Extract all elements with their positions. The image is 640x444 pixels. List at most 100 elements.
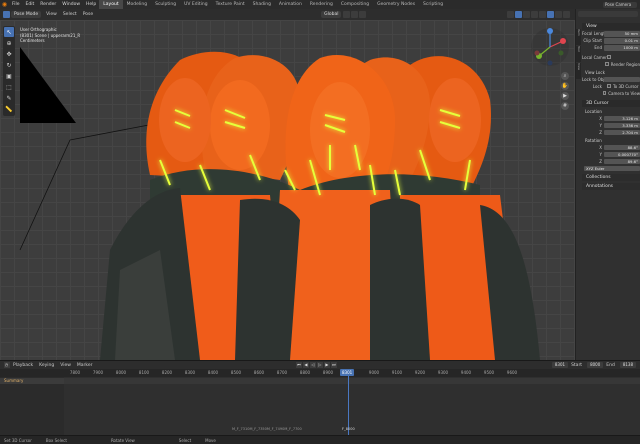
timeline-editor-icon[interactable]: ◷ bbox=[3, 362, 10, 368]
marker-labels[interactable]: M_F_7310M_F_7350M_F_7490M_F_7700 bbox=[232, 427, 302, 431]
panel-view-header[interactable]: View bbox=[582, 23, 640, 30]
tab-animation[interactable]: Animation bbox=[275, 0, 306, 9]
tab-tool[interactable]: Tool bbox=[576, 46, 581, 62]
render-region-checkbox[interactable] bbox=[604, 62, 609, 67]
tab-texture-paint[interactable]: Texture Paint bbox=[212, 0, 249, 9]
next-key-icon[interactable]: ▶ bbox=[323, 362, 330, 368]
navigation-gizmo[interactable] bbox=[529, 26, 571, 68]
panel-3d-cursor-header[interactable]: 3D Cursor bbox=[582, 99, 640, 107]
tick-label: 8500 bbox=[230, 370, 242, 375]
start-frame-field[interactable]: 8000 bbox=[587, 362, 604, 368]
to-3d-cursor-checkbox[interactable] bbox=[607, 84, 611, 89]
tab-scripting[interactable]: Scripting bbox=[419, 0, 447, 9]
lock-to-object-field[interactable] bbox=[604, 76, 640, 82]
cursor-x-field[interactable]: 3.126 m bbox=[604, 115, 640, 121]
menu-timeline-view[interactable]: View bbox=[57, 363, 74, 368]
ortho-grid-icon[interactable]: # bbox=[561, 102, 569, 110]
tab-geometry-nodes[interactable]: Geometry Nodes bbox=[373, 0, 419, 9]
character-scene[interactable] bbox=[0, 20, 575, 360]
prev-key-icon[interactable]: ◀ bbox=[302, 362, 309, 368]
view-lock-subpanel-header[interactable]: View Lock bbox=[582, 70, 640, 76]
menu-playback[interactable]: Playback bbox=[10, 363, 36, 368]
tool-shelf: ↖ ⊕ ✥ ↻ ▣ ⬚ ✎ 📏 bbox=[3, 26, 15, 116]
mode-dropdown[interactable]: Pose Mode bbox=[11, 11, 42, 18]
transform-tool-icon[interactable]: ⬚ bbox=[4, 82, 14, 92]
tab-item[interactable]: Item bbox=[576, 29, 581, 45]
visibility-icon[interactable] bbox=[507, 11, 515, 18]
focal-length-field[interactable]: 50 mm bbox=[604, 31, 640, 37]
tab-sculpting[interactable]: Sculpting bbox=[151, 0, 180, 9]
current-marker-label[interactable]: F_8000 bbox=[342, 427, 355, 431]
current-frame-field[interactable]: 8301 bbox=[551, 362, 569, 368]
menu-help[interactable]: Help bbox=[83, 2, 99, 7]
menu-select[interactable]: Select bbox=[60, 12, 80, 17]
end-frame-field[interactable]: 8138 bbox=[619, 362, 636, 368]
snap-icon[interactable] bbox=[351, 11, 359, 18]
tab-rendering[interactable]: Rendering bbox=[306, 0, 337, 9]
shading-wire-icon[interactable] bbox=[539, 11, 547, 18]
summary-channel[interactable]: Summary bbox=[0, 378, 64, 384]
play-reverse-icon[interactable]: ◁ bbox=[309, 362, 316, 368]
clip-end-field[interactable]: 1000 m bbox=[604, 45, 640, 51]
annotations-panel-header[interactable]: Annotations bbox=[582, 182, 640, 190]
menu-view[interactable]: View bbox=[43, 12, 60, 17]
menu-render[interactable]: Render bbox=[37, 2, 59, 7]
cursor-y-label: Y bbox=[599, 122, 602, 128]
camera-view-icon[interactable]: ▶ bbox=[561, 92, 569, 100]
jump-end-icon[interactable]: ⏭ bbox=[330, 362, 337, 368]
jump-start-icon[interactable]: ⏮ bbox=[295, 362, 302, 368]
tab-shading[interactable]: Shading bbox=[249, 0, 275, 9]
menu-keying[interactable]: Keying bbox=[36, 363, 57, 368]
shading-solid-icon[interactable] bbox=[547, 11, 555, 18]
collections-panel-header[interactable]: Collections bbox=[582, 173, 640, 181]
menu-pose[interactable]: Pose bbox=[80, 12, 96, 17]
blender-logo-icon[interactable]: ◉ bbox=[0, 0, 9, 9]
pan-hand-icon[interactable]: ✋ bbox=[561, 82, 569, 90]
shading-rendered-icon[interactable] bbox=[563, 11, 571, 18]
pivot-icon[interactable] bbox=[343, 11, 351, 18]
timeline-ruler[interactable]: 7800 7900 8000 8100 8200 8300 8400 8500 … bbox=[0, 369, 640, 377]
play-icon[interactable]: ▷ bbox=[316, 362, 323, 368]
playhead-line[interactable] bbox=[348, 369, 349, 435]
rotate-tool-icon[interactable]: ↻ bbox=[4, 60, 14, 70]
overlay-icon[interactable] bbox=[523, 11, 531, 18]
viewport-header: Pose Mode View Select Pose Global bbox=[0, 9, 575, 20]
scale-tool-icon[interactable]: ▣ bbox=[4, 71, 14, 81]
tick-label: 7800 bbox=[69, 370, 81, 375]
scene-selector[interactable]: Pose Camera bbox=[603, 1, 637, 8]
rotation-mode-dropdown[interactable]: XYZ Euler bbox=[584, 165, 640, 171]
shading-material-icon[interactable] bbox=[555, 11, 563, 18]
select-tool-icon[interactable]: ↖ bbox=[4, 27, 14, 37]
menu-file[interactable]: File bbox=[9, 2, 23, 7]
local-camera-checkbox[interactable] bbox=[607, 55, 611, 60]
editor-type-icon[interactable] bbox=[3, 11, 10, 18]
move-tool-icon[interactable]: ✥ bbox=[4, 49, 14, 59]
clip-start-field[interactable]: 0.01 m bbox=[604, 38, 640, 44]
zoom-icon[interactable]: ⌕ bbox=[561, 72, 569, 80]
proportional-icon[interactable] bbox=[359, 11, 367, 18]
tab-compositing[interactable]: Compositing bbox=[337, 0, 373, 9]
tab-layout[interactable]: Layout bbox=[99, 0, 123, 9]
cursor-y-field[interactable]: 3.336 m bbox=[604, 122, 640, 128]
sidebar-search-input[interactable] bbox=[578, 11, 638, 17]
cursor-rz-field[interactable]: 89.6° bbox=[604, 158, 640, 164]
cursor-ry-field[interactable]: 0.000770° bbox=[604, 151, 640, 157]
menu-window[interactable]: Window bbox=[59, 2, 83, 7]
3d-viewport[interactable]: ↖ ⊕ ✥ ↻ ▣ ⬚ ✎ 📏 User Orthographic (8301)… bbox=[0, 20, 575, 360]
tab-uv-editing[interactable]: UV Editing bbox=[180, 0, 211, 9]
gizmo-icon[interactable] bbox=[515, 11, 523, 18]
xray-icon[interactable] bbox=[531, 11, 539, 18]
menu-marker[interactable]: Marker bbox=[74, 363, 96, 368]
annotate-tool-icon[interactable]: ✎ bbox=[4, 93, 14, 103]
cursor-tool-icon[interactable]: ⊕ bbox=[4, 38, 14, 48]
camera-to-view-checkbox[interactable] bbox=[602, 91, 607, 96]
menu-edit[interactable]: Edit bbox=[23, 2, 38, 7]
transform-orientation-dropdown[interactable]: Global bbox=[321, 11, 342, 18]
measure-tool-icon[interactable]: 📏 bbox=[4, 104, 14, 114]
playhead-frame-indicator[interactable]: 8301 bbox=[340, 369, 355, 376]
cursor-z-field[interactable]: 2.704 m bbox=[604, 129, 640, 135]
tab-modeling[interactable]: Modeling bbox=[123, 0, 151, 9]
cursor-rx-field[interactable]: 88.6° bbox=[604, 144, 640, 150]
timeline-body[interactable]: Summary bbox=[0, 377, 640, 435]
tab-view[interactable]: View bbox=[576, 63, 581, 79]
